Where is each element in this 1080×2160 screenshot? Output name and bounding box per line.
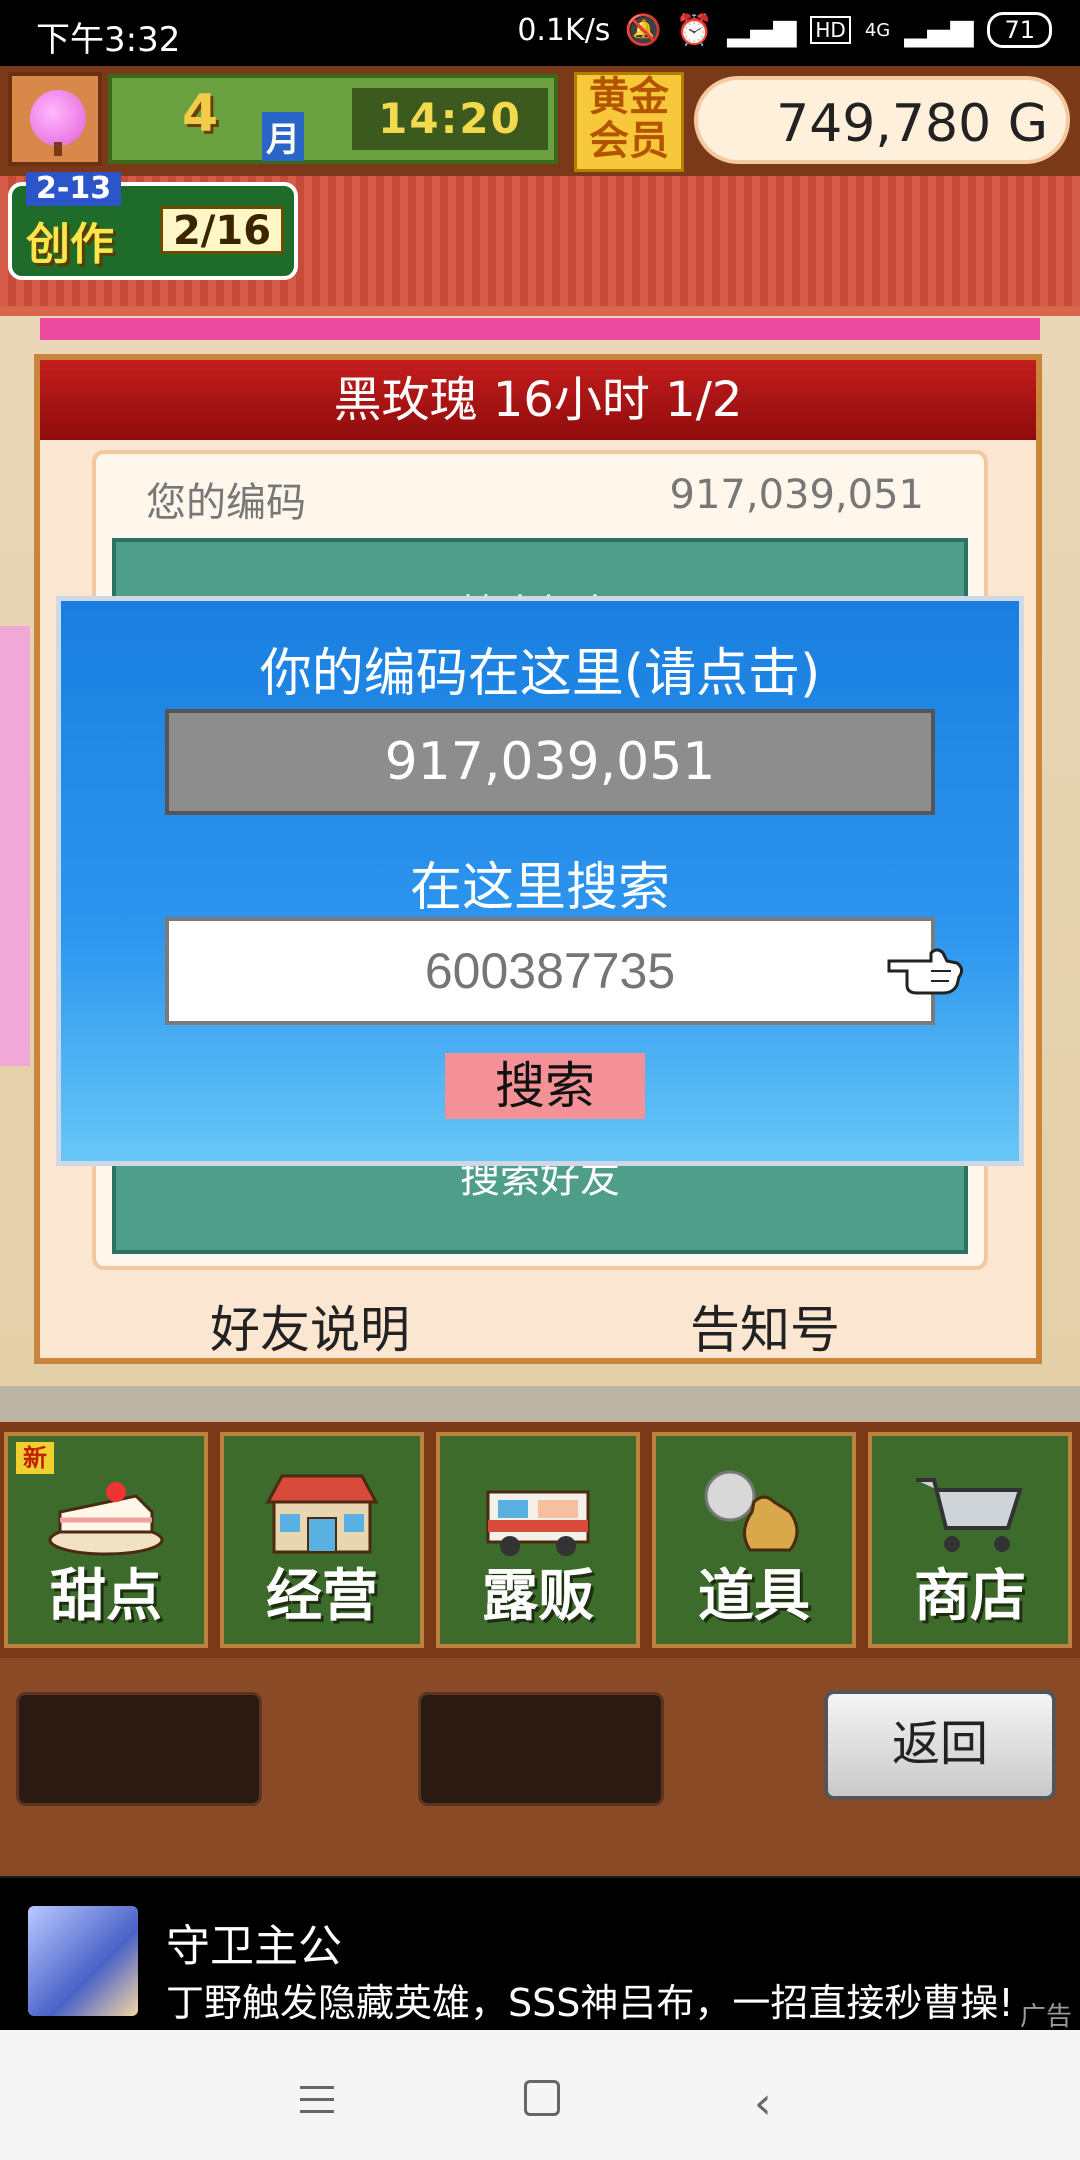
status-time: 下午3:32 [36,20,181,60]
gold-member-badge[interactable]: 黄金会员 [574,72,684,172]
money-box: 749,780 G [694,76,1070,164]
main-menu: 新 甜点 经营 露贩 道具 商店 [0,1422,1080,1658]
system-navbar: ‹ [0,2030,1080,2160]
menu-food-truck[interactable]: 露贩 [436,1432,640,1648]
friend-code-input[interactable] [165,917,935,1025]
month-number: 4 [182,84,219,144]
items-bag-icon [704,1470,799,1552]
menu-label: 道具 [698,1564,810,1629]
ad-description[interactable]: 丁野触发隐藏英雄，SSS神吕布，一招直接秒曹操! [166,1972,1014,2027]
search-button[interactable]: 搜索 [445,1053,645,1119]
menu-dessert[interactable]: 新 甜点 [4,1432,208,1648]
hd-icon: HD [810,16,851,44]
money-amount: 749,780 G [776,94,1048,154]
creation-label: 创作 [26,219,114,270]
game-hud: 4 月 14:20 黄金会员 749,780 G [0,66,1080,176]
alarm-icon: ⏰ [675,12,714,48]
panel-title: 黑玫瑰 16小时 1/2 [40,360,1036,440]
tree-trunk [54,142,62,156]
friend-help-button[interactable]: 好友说明 [210,1290,410,1362]
your-code-value: 917,039,051 [669,472,924,518]
calendar-box: 4 月 14:20 [108,74,558,164]
your-code-field[interactable]: 917,039,051 [165,709,935,815]
your-code-label: 您的编码 [146,480,306,526]
creation-level-label: 2-13 [26,172,122,206]
bottom-bar: 返回 [0,1658,1080,1876]
signal-icon-2: ▂▄▆ [904,12,974,48]
battery-icon: 71 [987,12,1052,48]
cake-icon [48,1482,164,1556]
ad-title[interactable]: 守卫主公 [166,1910,342,1974]
signal-icon: ▂▄▆ [727,12,797,48]
awning-strip [40,318,1040,340]
ad-tag: 广告 [1019,2002,1072,2032]
game-clock: 14:20 [352,88,548,150]
network-type: 4G [864,19,891,41]
month-label: 月 [262,112,304,161]
back-icon[interactable]: ‹ [754,2078,772,2129]
cherry-tree-icon [30,90,86,146]
ad-image[interactable] [28,1906,138,2016]
cherry-blossom-tree [0,626,30,1066]
mute-icon: 🔕 [624,12,662,48]
menu-label: 经营 [266,1564,378,1629]
status-icons: 0.1K/s 🔕 ⏰ ▂▄▆ HD 4G ▂▄▆ 71 [517,12,1052,48]
search-title: 在这里搜索 [409,858,670,918]
food-truck-icon [486,1490,590,1556]
notify-number-button[interactable]: 告知号 [690,1290,840,1362]
ad-banner[interactable]: 守卫主公 丁野触发隐藏英雄，SSS神吕布，一招直接秒曹操! 广告 [0,1878,1080,2032]
status-bar: 下午3:32 0.1K/s 🔕 ⏰ ▂▄▆ HD 4G ▂▄▆ 71 [0,0,1080,66]
menu-store[interactable]: 商店 [868,1432,1072,1648]
dialog-title: 你的编码在这里(请点击) [259,644,821,704]
menu-label: 商店 [914,1564,1026,1629]
back-button[interactable]: 返回 [824,1690,1056,1800]
shop-icon [265,1474,379,1554]
menu-label: 甜点 [50,1564,162,1629]
empty-slot-1[interactable] [16,1692,262,1806]
menu-label: 露贩 [482,1564,594,1629]
menu-icon[interactable] [300,2086,334,2122]
network-speed: 0.1K/s [517,12,611,48]
creation-progress: 2/16 [160,206,284,254]
tree-button[interactable] [8,72,102,166]
menu-management[interactable]: 经营 [220,1432,424,1648]
sidewalk [0,1386,1080,1426]
cart-icon [916,1478,1023,1552]
empty-slot-2[interactable] [418,1692,664,1806]
code-search-dialog: 你的编码在这里(请点击) 917,039,051 在这里搜索 搜索 [56,596,1024,1166]
menu-items[interactable]: 道具 [652,1432,856,1648]
pointing-hand-icon [887,948,964,995]
home-icon[interactable] [524,2080,560,2116]
